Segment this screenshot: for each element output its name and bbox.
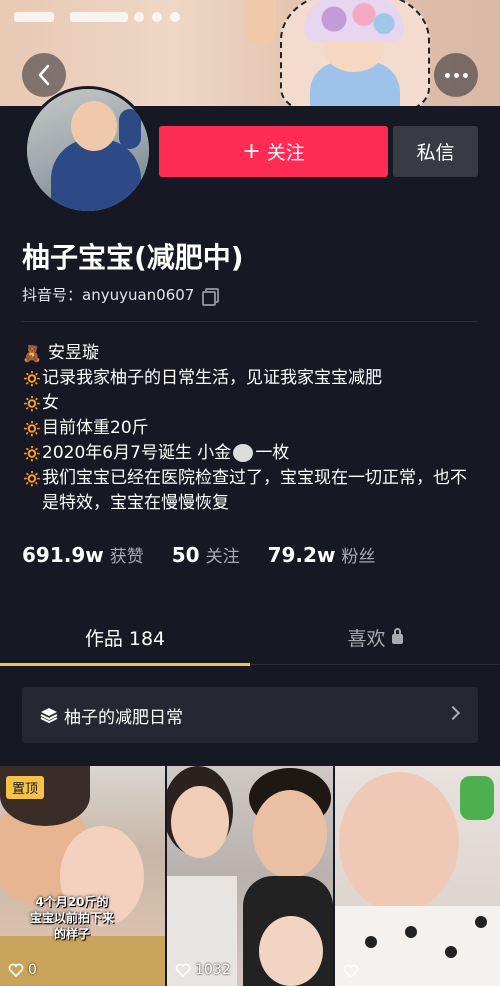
person-image	[253, 790, 327, 878]
sun-icon: 🔅	[22, 444, 42, 463]
video-likes: 1032	[175, 962, 231, 978]
tab-works[interactable]: 作品 184	[0, 610, 250, 666]
copy-icon[interactable]	[202, 287, 220, 306]
bio-line: 🔅 我们宝宝已经在医院检查过了，宝宝现在一切正常，也不是特效，宝宝在慢慢恢复	[22, 468, 467, 513]
pinned-badge: 置顶	[6, 776, 45, 799]
banner-baby-image	[280, 0, 430, 106]
followers-label[interactable]: 粉丝	[341, 542, 375, 567]
mouse-face-icon	[233, 444, 254, 462]
chevron-right-icon	[445, 705, 461, 721]
video-thumbnail[interactable]: 置顶 4个月20斤的宝宝以前拍下来的样子 0	[0, 766, 165, 986]
likes-label: 获赞	[109, 547, 144, 567]
bio-line: 🔅 目前体重20斤	[22, 416, 482, 441]
divider	[22, 321, 478, 322]
sun-icon: 🔅	[22, 394, 42, 413]
video-likes: 0	[8, 962, 37, 978]
status-icon	[134, 12, 144, 22]
status-icon	[170, 12, 180, 22]
toy-image	[460, 776, 494, 820]
collection-label: 柚子的减肥日常	[64, 707, 183, 728]
person-image	[171, 786, 229, 858]
likes-count: 691.9w	[22, 543, 104, 567]
status-time	[14, 12, 54, 22]
baby-image	[339, 772, 459, 912]
banner-hand-image	[246, 0, 276, 46]
profile-tabs: 作品 184 喜欢	[0, 610, 500, 666]
sun-icon: 🔅	[22, 419, 42, 438]
message-button[interactable]: 私信	[393, 126, 478, 177]
profile-stats: 691.9w 获赞 50 关注 79.2w 粉丝	[22, 542, 403, 567]
video-grid: 置顶 4个月20斤的宝宝以前拍下来的样子 0 1032	[0, 766, 500, 986]
bio-line: 🧸 安昱璇	[22, 341, 482, 366]
heart-icon	[175, 963, 191, 977]
douyin-id-text: 抖音号：anyuyuan0607	[22, 286, 195, 304]
sun-icon: 🔅	[22, 469, 42, 488]
video-caption: 4个月20斤的宝宝以前拍下来的样子	[30, 895, 115, 941]
following-count[interactable]: 50	[172, 543, 200, 567]
more-dots-icon	[444, 72, 450, 78]
sun-icon: 🔅	[22, 369, 42, 388]
baby-image	[259, 916, 323, 986]
layers-icon	[40, 708, 58, 723]
status-icon	[152, 12, 162, 22]
collection-banner[interactable]: 柚子的减肥日常	[22, 687, 478, 743]
status-indicators	[70, 12, 128, 22]
chevron-left-icon	[38, 64, 50, 86]
followers-count[interactable]: 79.2w	[268, 543, 336, 567]
profile-bio: 🧸 安昱璇 🔅 记录我家柚子的日常生活，见证我家宝宝减肥 🔅 女 🔅 目前体重20斤 🔅…	[22, 341, 482, 516]
avatar[interactable]	[24, 86, 152, 214]
video-thumbnail[interactable]	[335, 766, 500, 986]
message-label: 私信	[416, 142, 455, 164]
profile-nickname: 柚子宝宝(减肥中)	[22, 241, 244, 274]
heart-icon	[8, 963, 24, 977]
bio-line: 🔅 女	[22, 391, 482, 416]
follow-button[interactable]: + 关注	[159, 126, 388, 177]
tab-likes[interactable]: 喜欢	[250, 610, 500, 664]
bear-icon: 🧸	[22, 344, 42, 363]
following-label[interactable]: 关注	[206, 542, 240, 567]
follow-label: 关注	[266, 142, 305, 164]
bio-line: 🔅 2020年6月7号诞生 小金 一枚	[22, 441, 482, 466]
heart-icon	[343, 964, 359, 978]
lock-icon	[391, 628, 403, 644]
plus-icon: +	[242, 138, 261, 164]
video-likes	[343, 964, 363, 978]
more-options-button[interactable]	[434, 53, 478, 97]
douyin-id: 抖音号：anyuyuan0607	[22, 284, 220, 306]
video-thumbnail[interactable]: 1032	[167, 766, 333, 986]
bio-line: 🔅 记录我家柚子的日常生活，见证我家宝宝减肥	[22, 366, 482, 391]
